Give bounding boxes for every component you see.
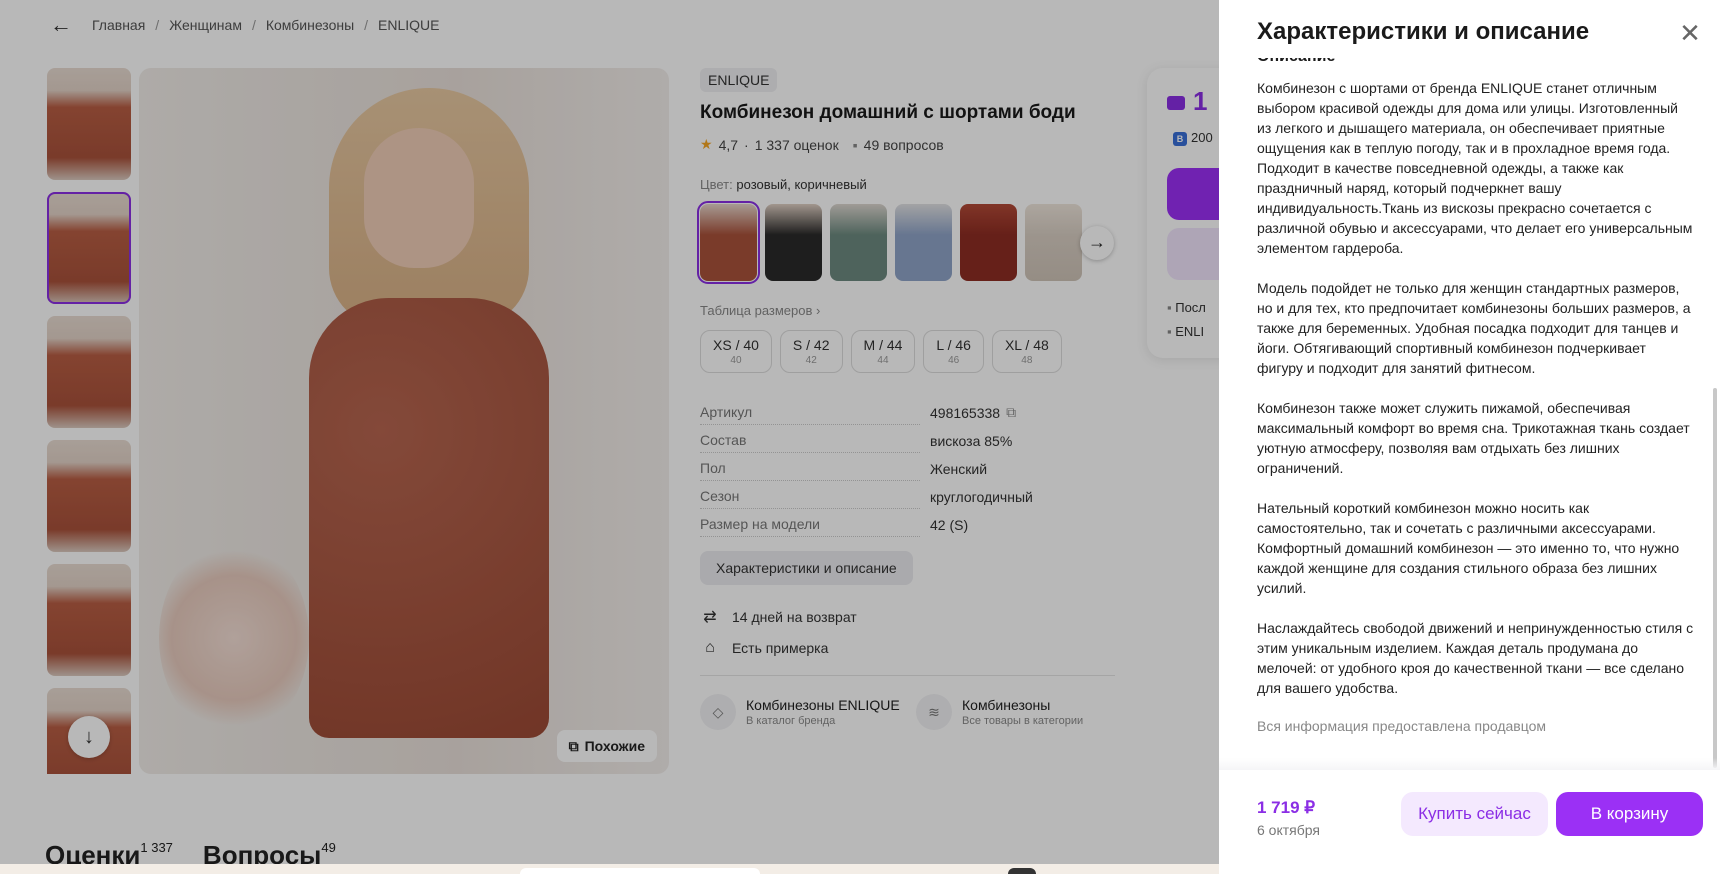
description-paragraph: Модель подойдет не только для женщин ста… bbox=[1257, 280, 1691, 376]
description-paragraph: Комбинезон с шортами от бренда ENLIQUE с… bbox=[1257, 80, 1693, 256]
footer-price: 1 719 ₽ bbox=[1257, 798, 1316, 817]
description-panel: Характеристики и описание ✕ Описание Ком… bbox=[1219, 0, 1720, 874]
taskbar bbox=[0, 864, 1220, 874]
panel-content[interactable]: Описание Комбинезон с шортами от бренда … bbox=[1257, 58, 1695, 758]
scrollbar[interactable] bbox=[1713, 388, 1717, 768]
add-to-cart-button[interactable]: В корзину bbox=[1556, 792, 1703, 836]
delivery-date: 6 октября bbox=[1257, 822, 1320, 838]
description-paragraph: Наслаждайтесь свободой движений и неприн… bbox=[1257, 620, 1694, 696]
description-paragraph: Комбинезон также может служить пижамой, … bbox=[1257, 400, 1690, 476]
panel-footer: 1 719 ₽ 6 октября Купить сейчас В корзин… bbox=[1219, 770, 1720, 874]
buy-now-button[interactable]: Купить сейчас bbox=[1401, 792, 1548, 836]
close-icon[interactable]: ✕ bbox=[1676, 20, 1704, 48]
section-heading: Описание bbox=[1257, 58, 1695, 66]
seller-note: Вся информация предоставлена продавцом bbox=[1257, 718, 1547, 734]
description-paragraph: Нательный короткий комбинезон можно носи… bbox=[1257, 500, 1680, 596]
panel-title: Характеристики и описание bbox=[1257, 18, 1590, 45]
